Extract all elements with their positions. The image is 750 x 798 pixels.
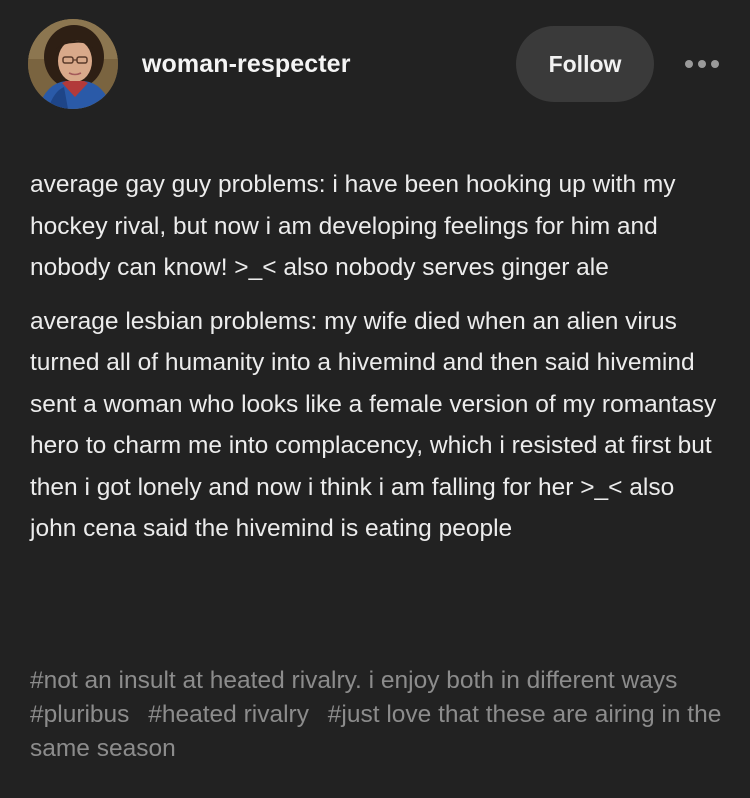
author-username[interactable]: woman-respecter <box>142 50 351 79</box>
tag-link[interactable]: #just love that these are airing in the … <box>30 701 721 762</box>
post-body: average gay guy problems: i have been ho… <box>30 164 724 562</box>
ellipsis-icon <box>698 60 706 68</box>
tag-link[interactable]: #not an insult at heated rivalry. i enjo… <box>30 667 677 694</box>
post-header: woman-respecter Follow <box>28 18 722 110</box>
more-options-button[interactable] <box>682 44 722 84</box>
ellipsis-icon <box>685 60 693 68</box>
ellipsis-icon <box>711 60 719 68</box>
tag-link[interactable]: #pluribus <box>30 701 129 728</box>
post-paragraph: average gay guy problems: i have been ho… <box>30 171 676 281</box>
follow-button[interactable]: Follow <box>516 26 654 102</box>
post-paragraph: average lesbian problems: my wife died w… <box>30 307 717 543</box>
post-card: woman-respecter Follow average gay guy p… <box>0 0 750 798</box>
tag-link[interactable]: #heated rivalry <box>148 701 309 728</box>
avatar-image <box>28 19 118 109</box>
post-tags: #not an insult at heated rivalry. i enjo… <box>30 664 724 766</box>
avatar[interactable] <box>28 19 118 109</box>
